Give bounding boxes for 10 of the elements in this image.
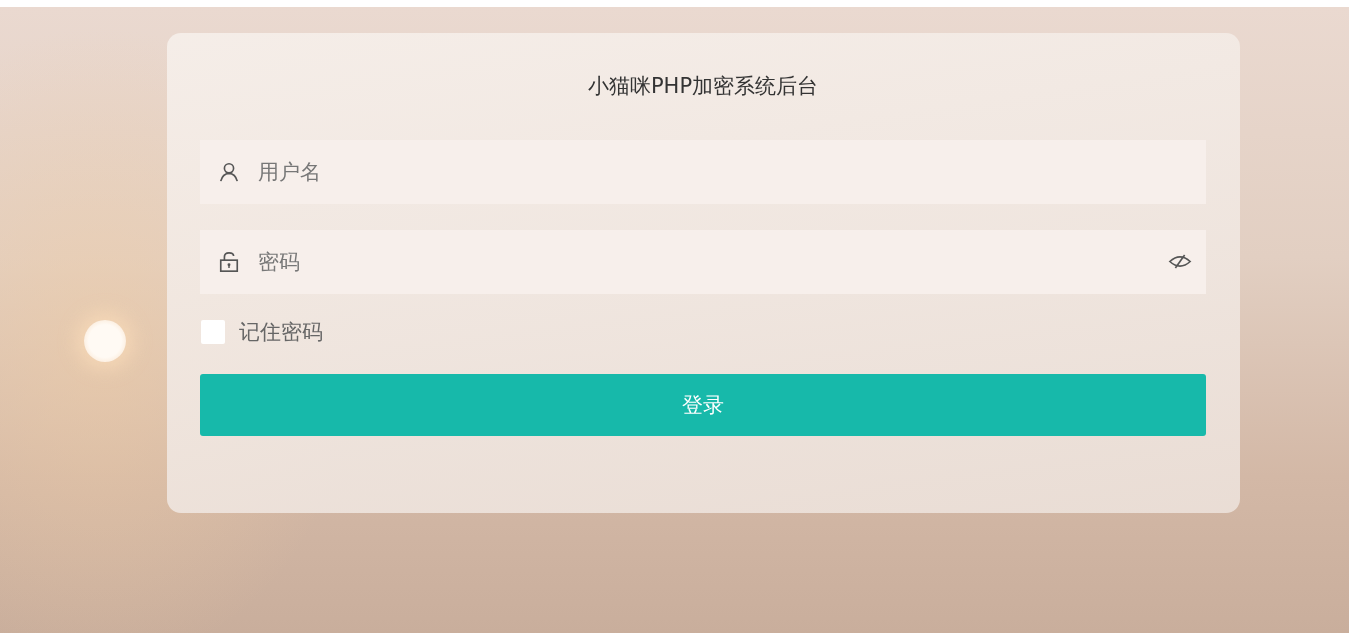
user-icon <box>218 161 240 183</box>
hidden-eye-icon[interactable] <box>1168 254 1192 269</box>
username-field[interactable]: 用户名 <box>200 140 1206 204</box>
sun-drawing <box>84 320 126 362</box>
remember-label: 记住密码 <box>239 319 323 346</box>
lock-icon <box>218 251 240 273</box>
login-title: 小猫咪PHP加密系统后台 <box>587 73 819 100</box>
password-field[interactable]: 密码 <box>200 230 1206 294</box>
remember-checkbox[interactable] <box>201 320 225 344</box>
login-button[interactable]: 登录 <box>200 374 1206 436</box>
